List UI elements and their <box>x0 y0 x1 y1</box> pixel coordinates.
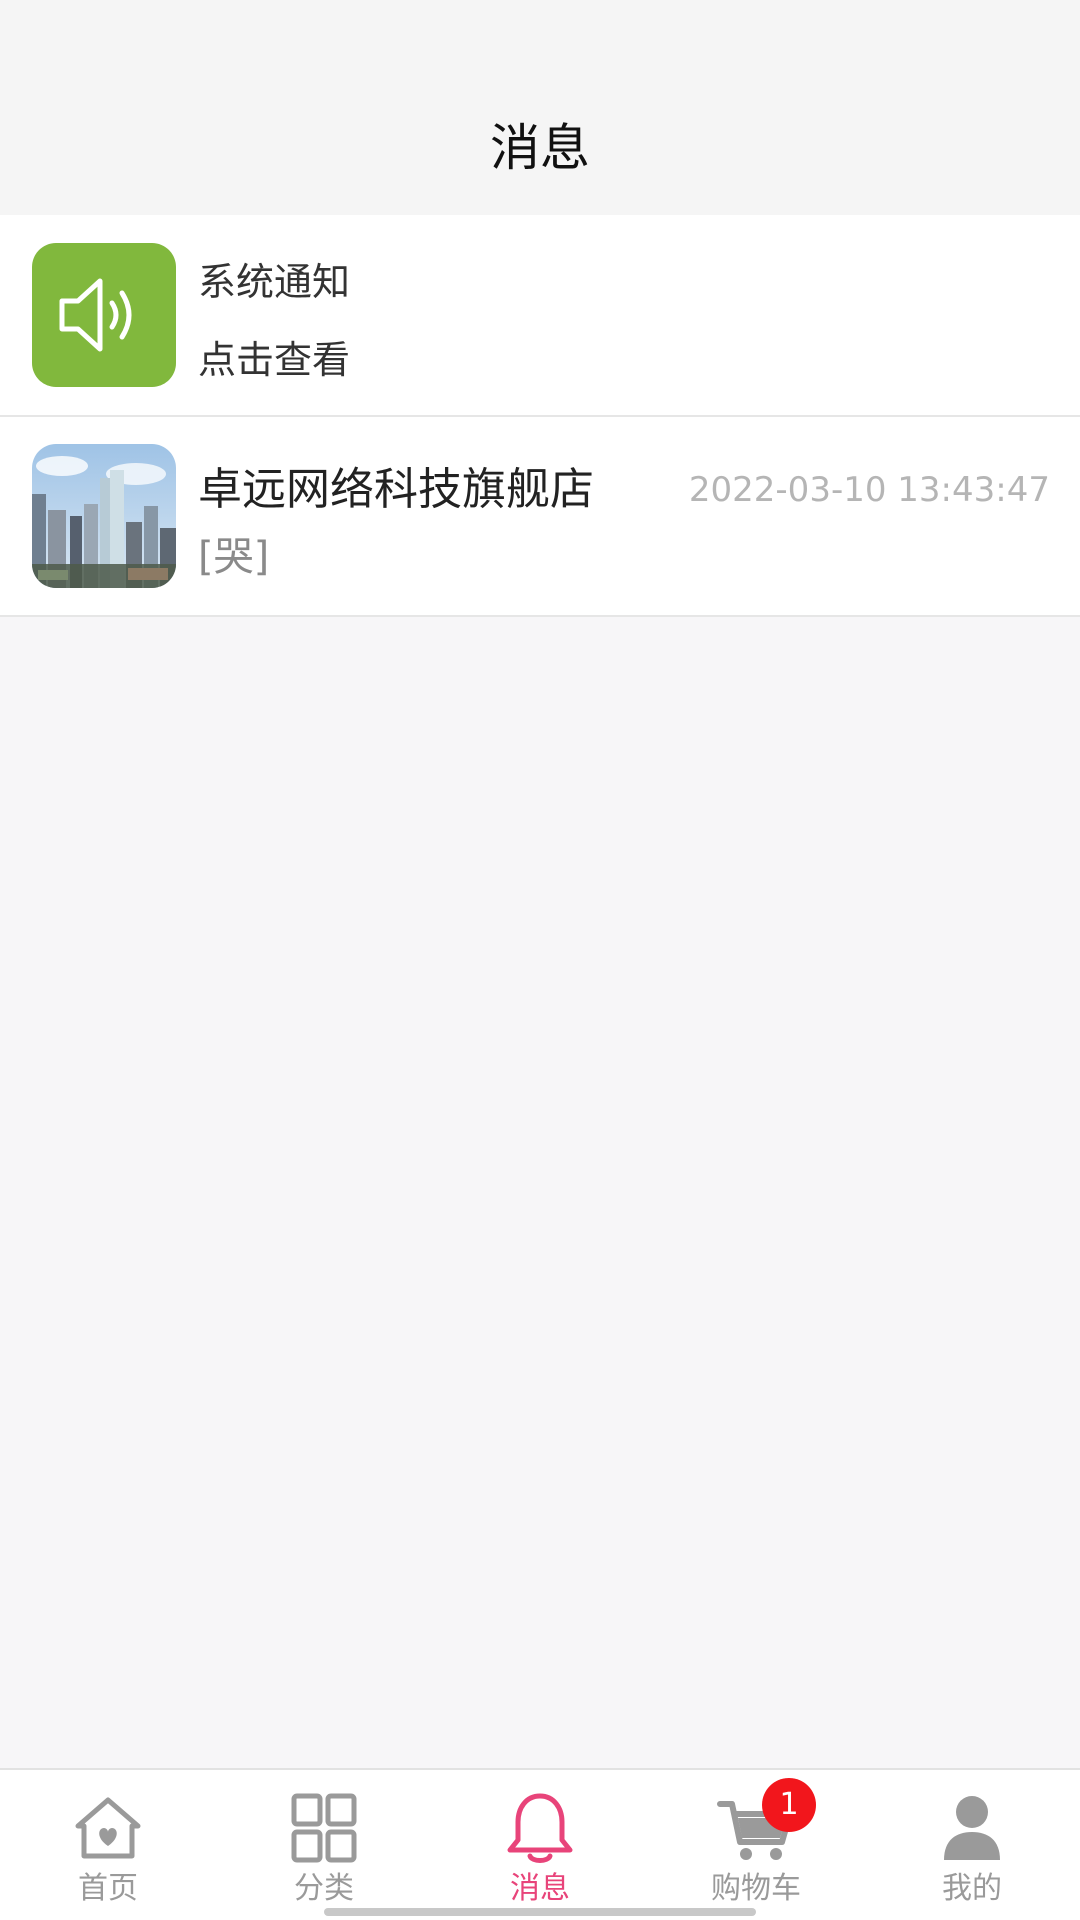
bottom-tab-bar: 首页 分类 消息 购物车 我的 <box>0 1768 1080 1920</box>
conversation-timestamp: 2022-03-10 13:43:47 <box>688 470 1050 510</box>
conversation-list: 系统通知 点击查看 卓远网络科技旗舰店 2022-03-10 13:43:47 … <box>0 215 1080 617</box>
tab-mine[interactable]: 我的 <box>864 1770 1080 1920</box>
system-notification-avatar <box>32 243 176 387</box>
tab-label: 首页 <box>78 1871 138 1906</box>
person-icon <box>944 1796 1000 1860</box>
speaker-icon <box>59 278 132 352</box>
bell-icon <box>507 1793 573 1863</box>
tab-label: 消息 <box>510 1871 570 1906</box>
city-skyline-photo <box>32 444 176 588</box>
grid-icon <box>291 1793 357 1863</box>
home-icon <box>75 1797 141 1859</box>
tab-label: 分类 <box>294 1871 354 1906</box>
conversation-subtitle: 点击查看 <box>198 338 351 382</box>
tab-messages[interactable]: 消息 <box>432 1770 648 1920</box>
tab-cart[interactable]: 购物车 <box>648 1770 864 1920</box>
tab-label: 购物车 <box>711 1871 801 1906</box>
system-notification-row[interactable]: 系统通知 点击查看 <box>0 215 1080 417</box>
cart-count-badge: 1 <box>762 1778 816 1832</box>
tab-label: 我的 <box>942 1871 1002 1906</box>
tab-home[interactable]: 首页 <box>0 1770 216 1920</box>
messages-page: 消息 系统通知 点击查看 卓远网络科技旗舰店 2022-03-10 13:43:… <box>0 0 1080 1920</box>
conversation-title: 卓远网络科技旗舰店 <box>198 464 594 515</box>
home-indicator[interactable] <box>324 1908 756 1916</box>
navigation-header: 消息 <box>0 0 1080 215</box>
conversation-title: 系统通知 <box>198 260 351 304</box>
tab-category[interactable]: 分类 <box>216 1770 432 1920</box>
store-avatar <box>32 444 176 588</box>
store-conversation-row[interactable]: 卓远网络科技旗舰店 2022-03-10 13:43:47 [哭] <box>0 417 1080 617</box>
page-title: 消息 <box>490 119 590 177</box>
conversation-last-message: [哭] <box>198 534 270 580</box>
